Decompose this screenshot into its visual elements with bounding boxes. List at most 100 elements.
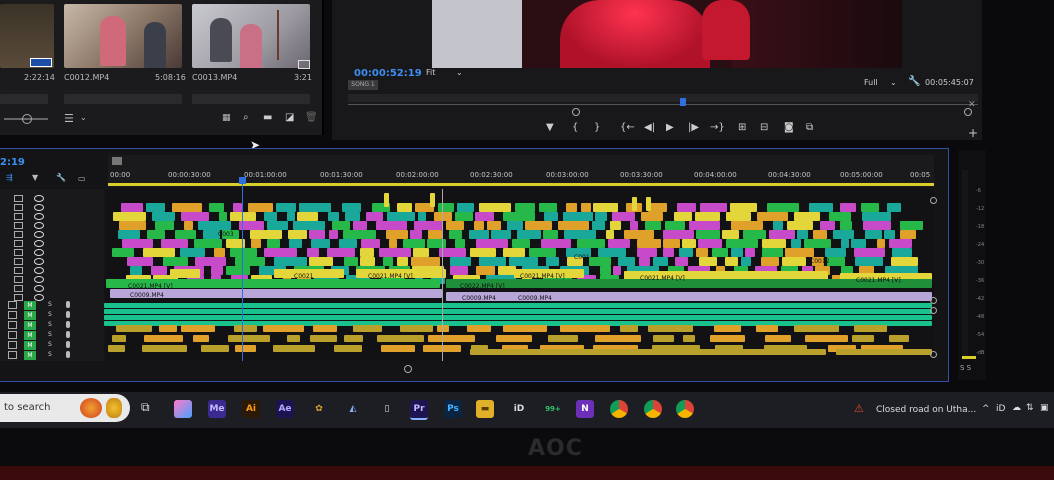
video-clip[interactable] [276,203,296,212]
video-clip[interactable] [503,248,525,257]
audio-clip[interactable] [310,335,337,342]
video-clip[interactable] [479,257,506,266]
audio-clip[interactable] [470,349,826,355]
video-clip[interactable] [645,221,661,230]
app-media-encoder-icon[interactable]: Me [208,400,226,418]
video-clip[interactable] [230,212,256,221]
track-toggle-icon[interactable] [14,222,23,229]
app-chrome-icon[interactable] [676,400,694,418]
video-clip[interactable] [761,257,779,266]
audio-clip[interactable] [353,325,382,332]
video-clip[interactable] [376,221,407,230]
video-clip[interactable] [861,203,879,212]
video-clip[interactable] [695,212,720,221]
video-clip[interactable] [637,248,657,257]
chevron-down-icon[interactable]: ⌄ [890,78,897,87]
mute-button[interactable]: M [24,321,36,330]
video-clip[interactable] [889,239,912,248]
scroll-handle[interactable] [930,197,937,204]
tray-indesign-icon[interactable]: iD [996,404,1005,414]
video-clip[interactable] [512,239,530,248]
video-clip[interactable] [418,212,426,221]
audio-clip[interactable] [595,335,641,342]
audio-clip[interactable] [648,325,693,332]
video-clip[interactable] [833,230,854,239]
clip-thumbnail-c0012[interactable] [64,4,182,68]
microphone-icon[interactable] [66,301,70,308]
audio-clip[interactable] [228,335,270,342]
video-clip[interactable] [264,248,297,257]
track-toggle-icon[interactable] [14,276,23,283]
video-clip[interactable] [674,212,692,221]
audio-clip[interactable] [142,345,187,352]
video-clip[interactable] [475,212,494,221]
video-clip[interactable] [829,212,851,221]
video-clip[interactable] [438,203,454,212]
video-clip[interactable] [328,212,339,221]
video-clip[interactable] [887,203,901,212]
video-clip[interactable] [403,239,425,248]
audio-clip[interactable] [112,335,126,342]
video-clip[interactable] [307,248,319,257]
chevron-down-icon[interactable]: ⌄ [80,113,87,122]
audio-clip[interactable] [852,335,874,342]
microphone-icon[interactable] [66,341,70,348]
video-clip[interactable] [726,239,758,248]
video-clip[interactable] [250,230,282,239]
video-clip[interactable] [663,248,674,257]
video-clip[interactable] [663,230,694,239]
audio-clip[interactable] [273,345,315,352]
extract-icon[interactable]: ⊟ [760,122,768,133]
app-game-icon[interactable]: ✿ [310,400,328,418]
video-clip[interactable] [230,248,257,257]
go-to-out-icon[interactable]: →} [710,122,725,133]
video-clip[interactable] [366,212,383,221]
video-clip[interactable] [274,257,307,266]
video-clip[interactable] [288,230,307,239]
track-toggle-icon[interactable] [8,321,17,329]
audio-clip[interactable] [104,315,932,320]
audio-clip[interactable] [381,345,415,352]
video-clip[interactable] [712,248,728,257]
video-clip[interactable] [479,203,511,212]
video-clip[interactable] [309,230,325,239]
audio-clip[interactable] [263,325,304,332]
eye-icon[interactable] [34,276,44,283]
video-clip[interactable] [329,230,338,239]
play-icon[interactable]: ▶ [666,122,674,133]
video-clip[interactable] [630,221,638,230]
video-clip[interactable] [696,248,708,257]
video-clip[interactable] [689,221,720,230]
video-clip[interactable] [118,230,140,239]
audio-clip[interactable] [794,325,839,332]
solo-button[interactable]: S [48,301,52,308]
video-clip[interactable] [515,203,535,212]
video-clip[interactable] [122,239,153,248]
audio-clip[interactable] [683,335,695,342]
track-toggle-icon[interactable] [14,285,23,292]
audio-clip[interactable] [560,325,610,332]
video-clip[interactable] [130,266,142,275]
video-clip[interactable] [194,239,222,248]
audio-clip[interactable] [313,325,337,332]
video-clip[interactable] [577,239,605,248]
trash-icon[interactable]: 🗑 [305,112,318,123]
video-clip[interactable] [813,230,827,239]
video-clip[interactable] [309,257,333,266]
video-clip[interactable] [414,221,443,230]
new-item-icon[interactable]: ◪ [285,112,294,123]
audio-clip[interactable] [104,309,932,314]
video-clip[interactable] [361,239,380,248]
video-clip[interactable] [491,230,511,239]
video-clip[interactable] [119,221,146,230]
video-clip[interactable] [854,248,885,257]
audio-clip[interactable] [428,335,475,342]
video-clip[interactable] [113,212,146,221]
video-clip[interactable] [235,257,265,266]
audio-clip[interactable] [653,335,674,342]
video-clip[interactable] [146,203,165,212]
video-clip[interactable] [214,248,225,257]
video-clip[interactable] [299,203,331,212]
video-clip[interactable] [327,248,355,257]
sync-icon[interactable]: ⇅ [1026,403,1034,413]
